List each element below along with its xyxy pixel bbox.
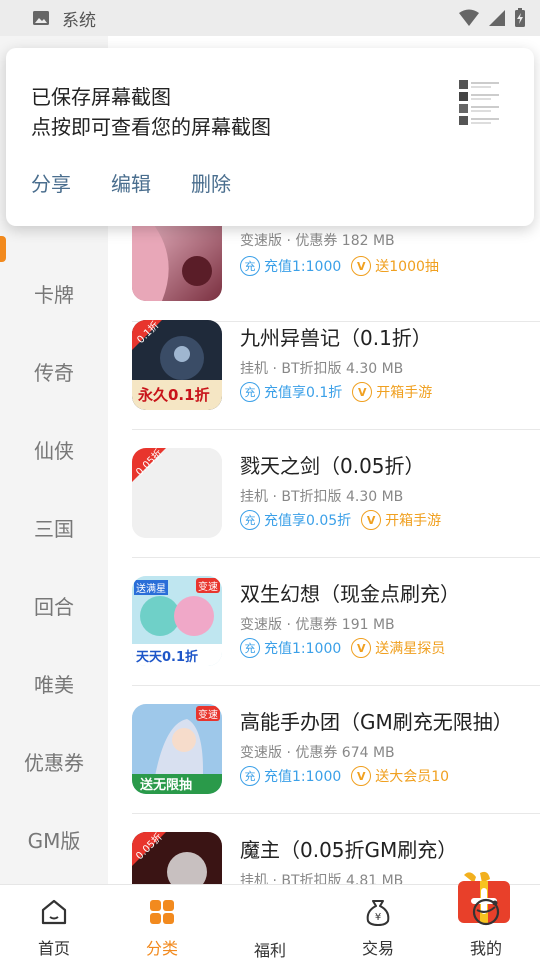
game-meta: 变速版 · 优惠券 182 MB <box>240 233 395 249</box>
vip-tag: V 开箱手游 <box>352 382 432 402</box>
wifi-icon <box>459 9 479 26</box>
vip-icon: V <box>351 256 372 276</box>
vip-tag: V 送1000抽 <box>351 256 439 276</box>
recharge-icon: 充 <box>240 638 260 658</box>
category-item[interactable]: 传奇 <box>0 332 108 410</box>
bottom-tab-bar: 首页 分类 福利 ¥ 交易 我的 <box>0 871 540 960</box>
recharge-tag: 充充值1:1000 <box>240 638 341 658</box>
battery-icon <box>515 8 525 27</box>
category-item[interactable]: 仙侠 <box>0 410 108 488</box>
profile-icon <box>472 898 500 926</box>
recharge-tag: 充充值1:1000 <box>240 766 341 786</box>
game-list-item[interactable]: 0.1折 永久0.1折 九州异兽记（0.1折） 挂机 · BT折扣版 4.30 … <box>108 302 540 430</box>
recharge-icon: 充 <box>240 766 260 786</box>
tab-welfare[interactable]: 福利 <box>216 871 510 960</box>
vip-tag: V 送满星探员 <box>351 638 445 658</box>
promo-banner-text: 永久0.1折 <box>138 386 210 404</box>
screenshot-notification[interactable]: 已保存屏幕截图 点按即可查看您的屏幕截图 分享 编辑 删除 <box>6 48 534 226</box>
edit-button[interactable]: 编辑 <box>111 168 151 197</box>
category-item[interactable]: 优惠券 <box>0 722 108 800</box>
category-item[interactable]: 唯美 <box>0 644 108 722</box>
tab-category[interactable]: 分类 <box>108 885 216 960</box>
game-meta: 挂机 · BT折扣版 4.30 MB <box>240 361 404 377</box>
svg-text:¥: ¥ <box>375 912 381 923</box>
game-title: 戮天之剑（0.05折） <box>240 454 425 478</box>
tab-label: 首页 <box>37 939 70 958</box>
game-tags: 充充值1:1000 V 送大会员10 <box>240 766 449 786</box>
game-list-item[interactable]: 0.05折 戮天之剑（0.05折） 挂机 · BT折扣版 4.30 MB 充充值… <box>108 430 540 558</box>
status-app-label: 系统 <box>62 10 96 31</box>
speed-badge: 变速 <box>196 706 220 721</box>
promo-banner-text: 送无限抽 <box>140 778 193 793</box>
notification-actions: 分享 编辑 删除 <box>31 168 231 197</box>
tab-mine[interactable]: 我的 <box>432 885 540 960</box>
category-item[interactable]: GM版 <box>0 800 108 878</box>
tab-label: 交易 <box>361 939 394 958</box>
recharge-tag: 充充值享0.05折 <box>240 510 351 530</box>
game-list-item[interactable]: 变速 送无限抽 高能手办团（GM刷充无限抽） 变速版 · 优惠券 674 MB … <box>108 686 540 814</box>
category-item[interactable]: 三国 <box>0 488 108 566</box>
game-thumbnail: 0.1折 永久0.1折 <box>132 320 222 410</box>
promo-corner-label: 送满星 <box>134 580 168 595</box>
game-meta: 挂机 · BT折扣版 4.81 MB <box>240 873 404 884</box>
game-meta: 变速版 · 优惠券 191 MB <box>240 617 395 633</box>
tab-trade[interactable]: ¥ 交易 <box>324 885 432 960</box>
game-title: 双生幻想（现金点刷充） <box>240 582 460 606</box>
screenshot-thumbnail[interactable] <box>457 78 505 130</box>
vip-icon: V <box>351 638 372 658</box>
tab-label: 分类 <box>145 939 178 958</box>
money-bag-icon: ¥ <box>366 900 390 926</box>
game-tags: 充充值享0.05折 V 开箱手游 <box>240 510 441 530</box>
vip-tag: V 开箱手游 <box>361 510 441 530</box>
vip-icon: V <box>352 382 373 402</box>
game-tags: 充充值1:1000 V 送1000抽 <box>240 256 439 276</box>
game-thumbnail: 0.05折 <box>132 832 222 884</box>
recharge-icon: 充 <box>240 382 260 402</box>
game-title: 高能手办团（GM刷充无限抽） <box>240 710 513 734</box>
game-tags: 充充值1:1000 V 送满星探员 <box>240 638 445 658</box>
vip-icon: V <box>361 510 382 530</box>
notification-subtitle: 点按即可查看您的屏幕截图 <box>31 115 271 139</box>
grid-icon <box>150 900 174 924</box>
recharge-tag: 充充值享0.1折 <box>240 382 342 402</box>
delete-button[interactable]: 删除 <box>191 168 231 197</box>
category-item[interactable]: 卡牌 <box>0 254 108 332</box>
speed-badge: 变速 <box>196 578 220 593</box>
vip-icon: V <box>351 766 372 786</box>
recharge-icon: 充 <box>240 256 260 276</box>
vip-tag: V 送大会员10 <box>351 766 449 786</box>
game-thumbnail: 送满星 变速 天天0.1折 <box>132 576 222 666</box>
signal-icon <box>489 10 505 26</box>
tab-home[interactable]: 首页 <box>0 885 108 960</box>
promo-banner-text: 天天0.1折 <box>136 650 199 665</box>
notification-title: 已保存屏幕截图 <box>31 85 171 109</box>
game-tags: 充充值享0.1折 V 开箱手游 <box>240 382 432 402</box>
category-item[interactable]: 回合 <box>0 566 108 644</box>
game-list-item[interactable]: 送满星 变速 天天0.1折 双生幻想（现金点刷充） 变速版 · 优惠券 191 … <box>108 558 540 686</box>
game-thumbnail: 变速 送无限抽 <box>132 704 222 794</box>
game-title: 魔主（0.05折GM刷充） <box>240 838 458 862</box>
game-thumbnail: 0.05折 <box>132 448 222 538</box>
share-button[interactable]: 分享 <box>31 168 71 197</box>
home-icon <box>41 899 67 925</box>
tab-label: 福利 <box>253 941 286 960</box>
status-bar: 系统 <box>0 0 540 36</box>
game-title: 九州异兽记（0.1折） <box>240 326 432 350</box>
recharge-icon: 充 <box>240 510 260 530</box>
game-meta: 变速版 · 优惠券 674 MB <box>240 745 395 761</box>
tab-label: 我的 <box>469 939 502 958</box>
image-icon <box>33 11 49 25</box>
recharge-tag: 充充值1:1000 <box>240 256 341 276</box>
game-meta: 挂机 · BT折扣版 4.30 MB <box>240 489 404 505</box>
